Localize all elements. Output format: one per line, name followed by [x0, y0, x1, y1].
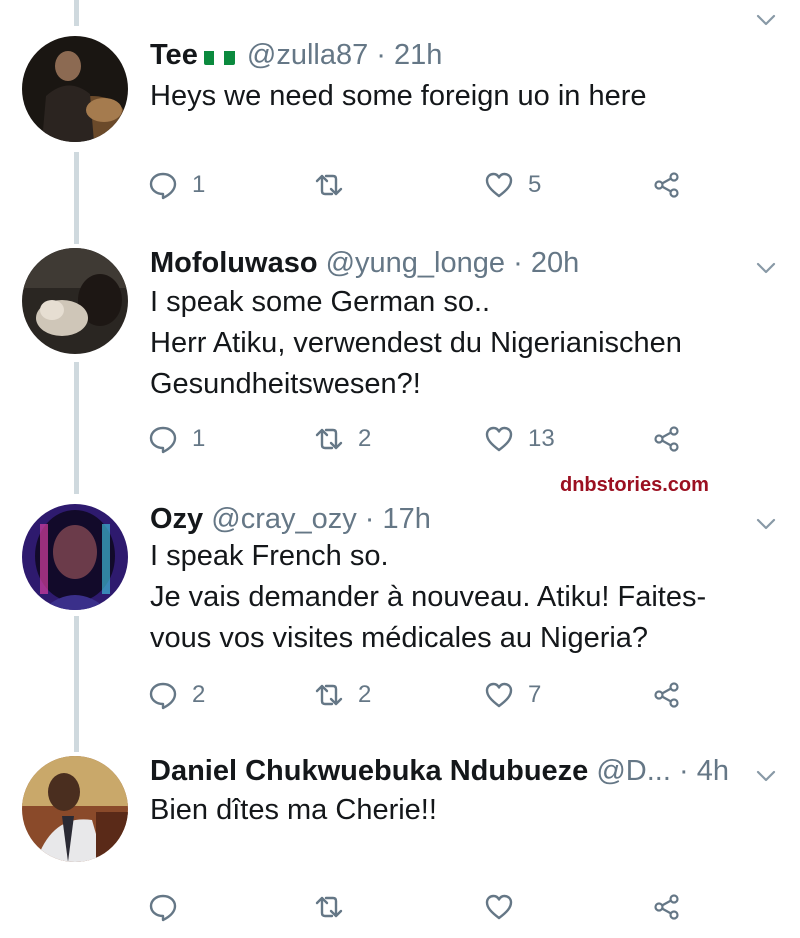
tweet[interactable]: Ozy @cray_ozy · 17h I speak French so. J… — [0, 500, 800, 740]
tweet-text-line: Gesundheitswesen?! — [150, 368, 421, 400]
heart-icon — [485, 172, 513, 198]
retweet-icon — [315, 684, 343, 706]
share-icon — [654, 426, 679, 452]
tweet-text-line: Bien dîtes ma Cherie!! — [150, 794, 437, 826]
tweet-actions: 2 2 7 — [148, 678, 708, 712]
tweet-actions: 1 5 — [148, 168, 708, 202]
like-count: 13 — [528, 425, 555, 452]
retweet-icon — [315, 896, 343, 918]
tweet-text-line: Heys we need some foreign uo in here — [150, 80, 647, 112]
avatar[interactable] — [22, 756, 128, 862]
heart-icon — [485, 682, 513, 708]
timestamp[interactable]: 4h — [697, 755, 729, 787]
tweet[interactable]: Mofoluwaso @yung_longe · 20h I speak som… — [0, 244, 800, 484]
timestamp[interactable]: 17h — [383, 503, 431, 535]
reply-button[interactable]: 1 — [148, 422, 205, 456]
like-count: 7 — [528, 681, 542, 708]
watermark: dnbstories.com — [560, 474, 709, 496]
retweet-button[interactable] — [314, 890, 358, 924]
share-button[interactable] — [652, 890, 682, 924]
avatar[interactable] — [22, 36, 128, 142]
reply-button[interactable]: 1 — [148, 168, 205, 202]
timestamp[interactable]: 21h — [394, 39, 442, 71]
retweet-count: 2 — [358, 425, 372, 452]
like-count: 5 — [528, 171, 542, 198]
username[interactable]: @yung_longe — [326, 247, 505, 279]
chevron-down-icon[interactable] — [754, 512, 778, 536]
heart-icon — [485, 894, 513, 920]
chevron-down-icon[interactable] — [754, 8, 778, 32]
retweet-icon — [315, 174, 343, 196]
tweet-text-line: Je vais demander à nouveau. Atiku! Faite… — [150, 581, 707, 613]
like-button[interactable] — [484, 890, 528, 924]
tweet-header: Daniel Chukwuebuka Ndubueze @D... · 4h — [150, 754, 729, 788]
tweet-header: Ozy @cray_ozy · 17h — [150, 502, 431, 536]
tweet-header: Mofoluwaso @yung_longe · 20h — [150, 246, 579, 280]
tweet[interactable]: Tee @zulla87 · 21h Heys we need some for… — [0, 0, 800, 230]
tweet-actions: 1 2 13 — [148, 422, 708, 456]
avatar[interactable] — [22, 504, 128, 610]
like-button[interactable]: 13 — [484, 422, 555, 456]
reply-count: 1 — [192, 171, 206, 198]
display-name[interactable]: Tee — [150, 39, 198, 71]
reply-button[interactable] — [148, 890, 192, 924]
tweet-text: Bien dîtes ma Cherie!! — [150, 790, 437, 831]
like-button[interactable]: 5 — [484, 168, 541, 202]
separator-dot: · — [513, 247, 523, 279]
like-button[interactable]: 7 — [484, 678, 541, 712]
tweet-text: I speak some German so.. Herr Atiku, ver… — [150, 282, 682, 405]
tweet-text: I speak French so. Je vais demander à no… — [150, 536, 706, 659]
tweet-header: Tee @zulla87 · 21h — [150, 38, 442, 72]
reply-count: 1 — [192, 425, 206, 452]
reply-button[interactable]: 2 — [148, 678, 205, 712]
tweet-text-line: Herr Atiku, verwendest du Nigerianischen — [150, 327, 682, 359]
reply-icon — [149, 426, 177, 454]
retweet-button[interactable]: 2 — [314, 422, 371, 456]
tweet-text: Heys we need some foreign uo in here — [150, 76, 647, 117]
share-icon — [654, 894, 679, 920]
retweet-count: 2 — [358, 681, 372, 708]
tweet-text-line: I speak French so. — [150, 540, 389, 572]
reply-icon — [149, 172, 177, 200]
timestamp[interactable]: 20h — [531, 247, 579, 279]
tweet-actions — [148, 890, 708, 924]
tweet[interactable]: Daniel Chukwuebuka Ndubueze @D... · 4h B… — [0, 752, 800, 938]
share-button[interactable] — [652, 168, 682, 202]
separator-dot: · — [678, 755, 689, 787]
reply-icon — [149, 682, 177, 710]
username[interactable]: @cray_ozy — [211, 503, 356, 535]
avatar[interactable] — [22, 248, 128, 354]
chevron-down-icon[interactable] — [754, 256, 778, 280]
retweet-button[interactable] — [314, 168, 358, 202]
tweet-text-line: I speak some German so.. — [150, 286, 491, 318]
separator-dot: · — [376, 39, 386, 71]
share-button[interactable] — [652, 422, 682, 456]
tweet-text-line: vous vos visites médicales au Nigeria? — [150, 622, 649, 654]
share-icon — [654, 172, 679, 198]
username[interactable]: @D... — [596, 755, 671, 787]
display-name[interactable]: Ozy — [150, 503, 203, 535]
username[interactable]: @zulla87 — [247, 39, 368, 71]
display-name[interactable]: Mofoluwaso — [150, 247, 318, 279]
heart-icon — [485, 426, 513, 452]
retweet-button[interactable]: 2 — [314, 678, 371, 712]
share-icon — [654, 682, 679, 708]
nigeria-flag-icon — [203, 45, 235, 65]
separator-dot: · — [364, 503, 375, 535]
reply-count: 2 — [192, 681, 206, 708]
display-name[interactable]: Daniel Chukwuebuka Ndubueze — [150, 755, 588, 787]
reply-icon — [149, 894, 177, 922]
chevron-down-icon[interactable] — [754, 764, 778, 788]
share-button[interactable] — [652, 678, 682, 712]
retweet-icon — [315, 428, 343, 450]
